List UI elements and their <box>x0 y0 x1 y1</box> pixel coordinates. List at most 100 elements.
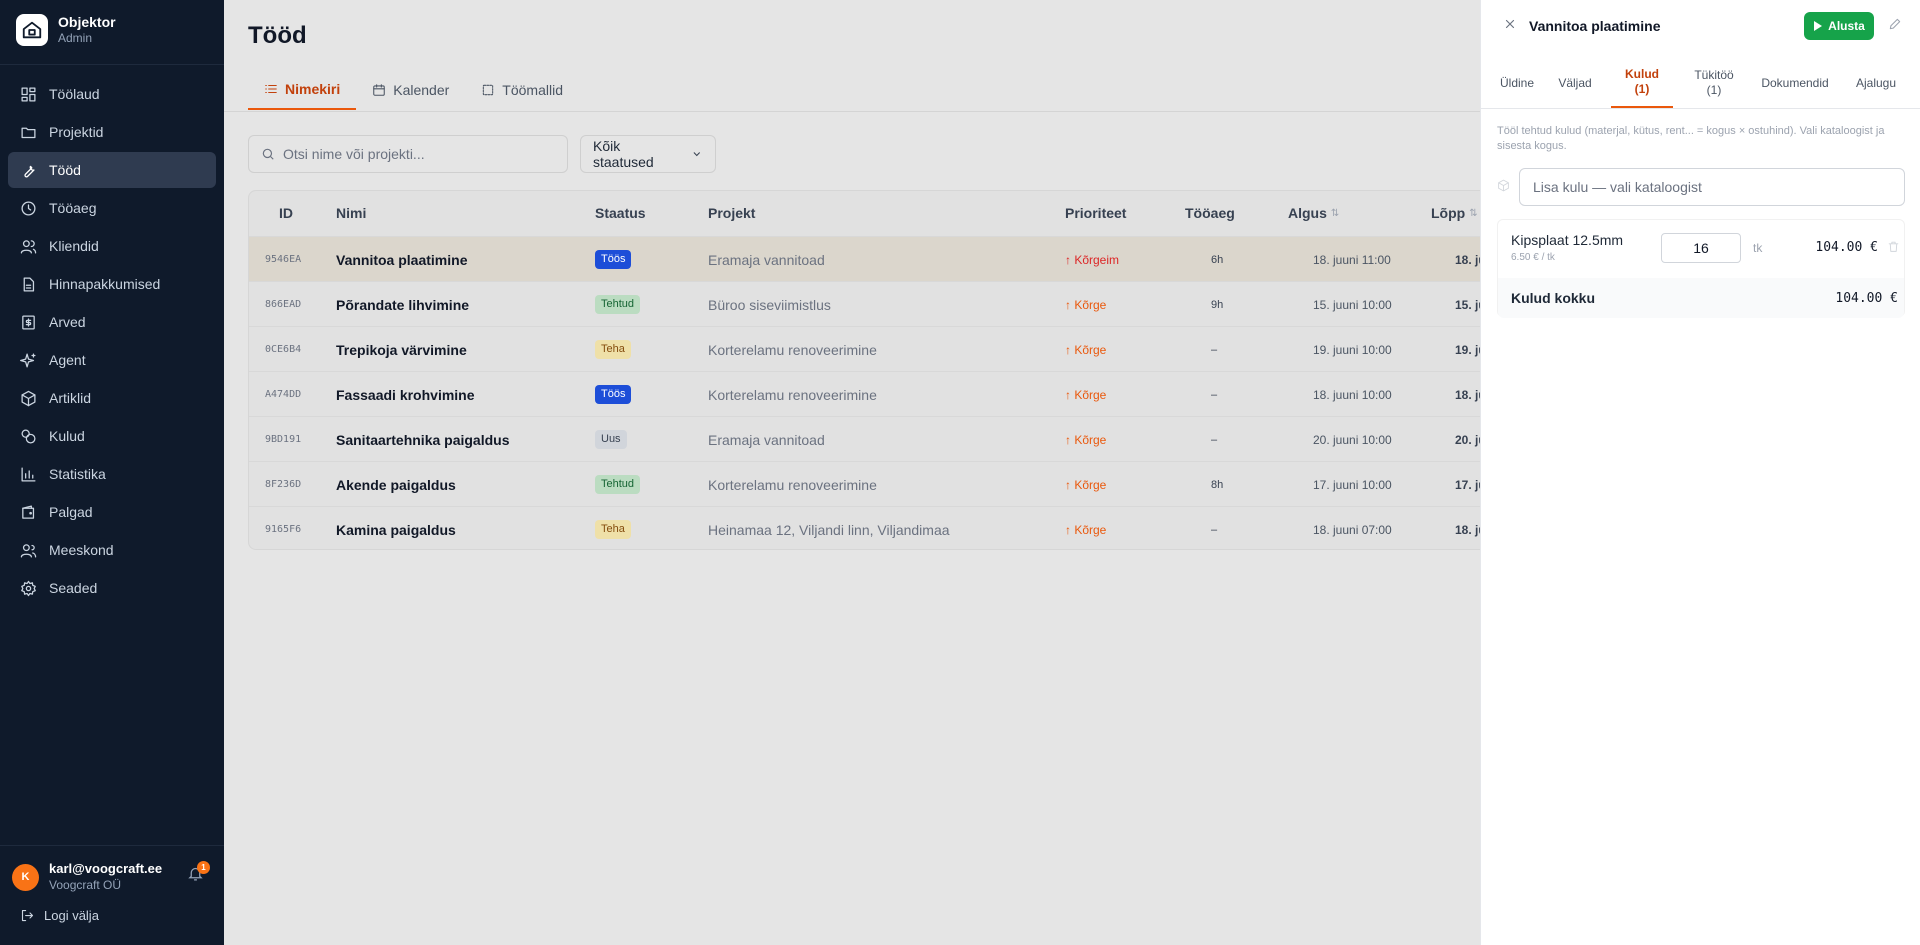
sidebar-item-toolaud[interactable]: Töölaud <box>8 76 216 112</box>
sidebar-item-kulud[interactable]: Kulud <box>8 418 216 454</box>
row-id: 9BD191 <box>265 434 302 445</box>
tab-kulud[interactable]: Kulud (1) <box>1611 58 1673 108</box>
close-panel-button[interactable] <box>1503 17 1521 35</box>
quantity-input[interactable] <box>1661 233 1741 263</box>
row-priority: ↑ Kõrge <box>1065 432 1107 447</box>
row-end: 18. juuni <box>1455 252 1480 267</box>
row-id: A474DD <box>265 389 302 400</box>
start-button[interactable]: Alusta <box>1804 12 1874 40</box>
brand-name: Objektor <box>58 14 116 30</box>
column-header-project[interactable]: Projekt <box>708 205 755 221</box>
sidebar-item-agent[interactable]: Agent <box>8 342 216 378</box>
invoice-icon <box>22 314 35 330</box>
column-header-start[interactable]: Algus ⇅ <box>1288 205 1339 221</box>
sidebar-item-seaded[interactable]: Seaded <box>8 570 216 606</box>
column-header-name[interactable]: Nimi <box>336 205 366 221</box>
wallet-icon <box>22 504 35 519</box>
status-badge: Tehtud <box>595 295 641 314</box>
column-header-time[interactable]: Tööaeg <box>1185 205 1235 221</box>
sidebar-item-hinnapakkumised[interactable]: Hinnapakkumised <box>8 266 216 302</box>
row-end: 20. juuni <box>1455 432 1480 447</box>
box-icon <box>21 390 36 406</box>
delete-cost-button[interactable] <box>1887 240 1901 254</box>
status-badge: Teha <box>595 340 631 359</box>
tab-dokumendid[interactable]: Dokumendid <box>1753 58 1837 108</box>
row-project: Korterelamu renoveerimine <box>708 476 877 493</box>
table-row[interactable]: 9165F6 Kamina paigaldus Teha Heinamaa 12… <box>249 506 1480 549</box>
tab-kalender[interactable]: Kalender <box>356 70 465 110</box>
column-header-priority[interactable]: Prioriteet <box>1065 205 1126 221</box>
sidebar-item-kliendid[interactable]: Kliendid <box>8 228 216 264</box>
tab-tukitoo[interactable]: Tükitöö (1) <box>1683 58 1745 108</box>
sidebar-item-tood[interactable]: Tööd <box>8 152 216 188</box>
users-icon <box>20 239 37 254</box>
logout-label: Logi välja <box>44 908 99 923</box>
tab-toomallid[interactable]: Töömallid <box>465 70 579 110</box>
sort-icon: ⇅ <box>1330 207 1340 219</box>
edit-button[interactable] <box>1888 17 1904 33</box>
document-icon <box>23 276 35 292</box>
tab-ajalugu[interactable]: Ajalugu <box>1847 58 1905 108</box>
column-header-status[interactable]: Staatus <box>595 205 646 221</box>
table-header: ID Nimi Staatus Projekt Prioriteet Tööae… <box>249 191 1480 236</box>
sidebar-item-projektid[interactable]: Projektid <box>8 114 216 150</box>
sidebar-item-label: Tööd <box>49 162 81 178</box>
table-row[interactable]: 0CE6B4 Trepikoja värvimine Teha Korterel… <box>249 326 1480 371</box>
sidebar-item-label: Hinnapakkumised <box>49 276 161 292</box>
sidebar-item-arved[interactable]: Arved <box>8 304 216 340</box>
panel-tabs: Üldine Väljad Kulud (1) Tükitöö (1) Doku… <box>1491 58 1911 108</box>
column-header-id[interactable]: ID <box>279 205 293 221</box>
tab-valjad[interactable]: Väljad <box>1549 58 1601 108</box>
sidebar-item-statistika[interactable]: Statistika <box>8 456 216 492</box>
table-row[interactable]: 8F236D Akende paigaldus Tehtud Korterela… <box>249 461 1480 506</box>
tab-nimekiri[interactable]: Nimekiri <box>248 70 357 110</box>
search-box[interactable] <box>248 135 568 173</box>
table-row[interactable]: 9BD191 Sanitaartehnika paigaldus Uus Era… <box>249 416 1480 461</box>
dashboard-icon <box>21 86 36 102</box>
row-name: Akende paigaldus <box>336 476 456 493</box>
sidebar-item-meeskond[interactable]: Meeskond <box>8 532 216 568</box>
status-badge: Tehtud <box>595 475 641 494</box>
status-badge: Töös <box>595 250 632 269</box>
brand[interactable]: Objektor Admin <box>16 14 116 46</box>
table-row[interactable]: A474DD Fassaadi krohvimine Töös Korterel… <box>249 371 1480 416</box>
row-end: 15. juuni <box>1455 297 1480 312</box>
add-cost-input[interactable] <box>1519 168 1905 206</box>
tab-uldine[interactable]: Üldine <box>1491 58 1543 108</box>
sidebar-item-artiklid[interactable]: Artiklid <box>8 380 216 416</box>
status-filter-value: Kõik staatused <box>593 138 654 170</box>
column-header-end[interactable]: Lõpp ⇅ <box>1431 205 1478 221</box>
list-item: Kipsplaat 12.5mm 6.50 € / tk tk 104.00 € <box>1498 220 1904 278</box>
row-priority: ↑ Kõrge <box>1065 342 1107 357</box>
tab-label: Kalender <box>393 82 450 98</box>
sidebar-item-palgad[interactable]: Palgad <box>8 494 216 530</box>
sidebar-item-label: Agent <box>49 352 86 368</box>
template-icon <box>483 84 494 96</box>
costs-total-row: Kulud kokku 104.00 € <box>1498 278 1904 318</box>
sidebar-divider <box>0 64 224 65</box>
package-icon <box>1497 179 1511 193</box>
costs-total-value: 104.00 € <box>1835 291 1898 306</box>
row-project: Büroo siseviimistlus <box>708 296 831 313</box>
row-project: Eramaja vannitoad <box>708 251 825 268</box>
start-button-label: Alusta <box>1828 19 1865 33</box>
row-end: 18. juuni <box>1455 522 1480 537</box>
sidebar-item-label: Seaded <box>49 580 98 596</box>
sparkle-icon <box>20 352 36 368</box>
row-name: Kamina paigaldus <box>336 521 456 538</box>
row-id: 0CE6B4 <box>265 344 302 355</box>
user-profile[interactable]: K karl@voogcraft.ee Voogcraft OÜ 1 <box>12 861 212 893</box>
job-detail-panel: Vannitoa plaatimine Alusta Üldine Väljad… <box>1480 0 1920 945</box>
row-project: Eramaja vannitoad <box>708 431 825 448</box>
notification-count-badge: 1 <box>197 861 210 874</box>
notifications-button[interactable]: 1 <box>187 861 210 885</box>
status-filter-select[interactable]: Kõik staatused <box>580 135 716 173</box>
sidebar-item-label: Meeskond <box>49 542 114 558</box>
sidebar-item-tooaeg[interactable]: Tööaeg <box>8 190 216 226</box>
row-project: Heinamaa 12, Viljandi linn, Viljandimaa <box>708 521 950 538</box>
table-row[interactable]: 9546EA Vannitoa plaatimine Töös Eramaja … <box>249 236 1480 281</box>
close-icon <box>1505 19 1515 29</box>
logout-button[interactable]: Logi välja <box>20 908 99 923</box>
table-row[interactable]: 866EAD Põrandate lihvimine Tehtud Büroo … <box>249 281 1480 326</box>
search-input[interactable] <box>283 146 553 162</box>
